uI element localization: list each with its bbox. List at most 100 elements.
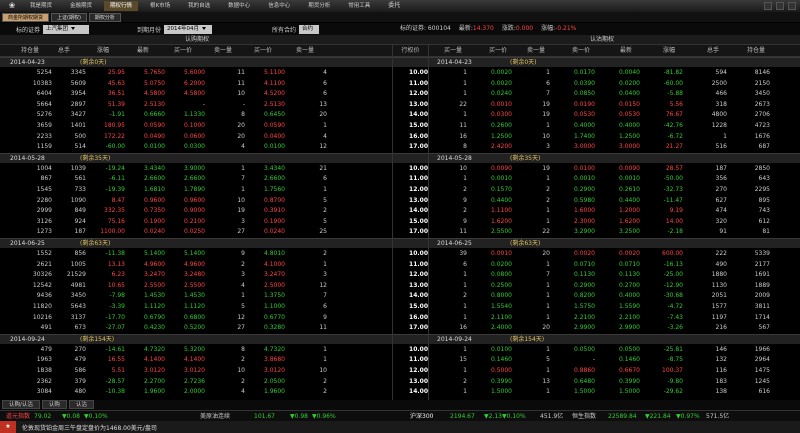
cell: 2 (546, 186, 550, 193)
expiry-select[interactable]: 2014年04月 (164, 24, 213, 34)
table-row[interactable]: 5254 3345 25.95 5.7650 5.6000 11 5.1100 4 10.00 1… (0, 68, 800, 78)
cell: 0.0850 (574, 90, 595, 98)
cell: 0.0800 (491, 271, 512, 279)
cell: 0.0090 (619, 164, 640, 172)
trade-button[interactable]: 委托 (382, 1, 406, 11)
cell: 1100.00 (100, 228, 125, 236)
cell: 20 (319, 111, 327, 119)
col-header-left: 最新 (136, 47, 149, 54)
cell: 514 (74, 143, 86, 151)
table-row[interactable]: 1273 187 1100.00 0.0240 0.0250 27 0.0240 25 17.0… (0, 227, 800, 237)
strike-cell: 12.00 (409, 367, 428, 374)
table-row[interactable]: 1963 479 16.55 4.1400 4.1400 2 3.8680 1 11.00 15 0… (0, 355, 800, 365)
cell: -16.13 (663, 260, 683, 268)
table-row[interactable]: 30326 21529 6.23 3.2470 3.2480 3 3.2470 3 12.00 1… (0, 270, 800, 280)
tab-2[interactable]: 期权行情 (104, 1, 139, 11)
table-row[interactable]: 10216 3137 -17.70 0.6790 0.6800 12 0.6770 9 16.0… (0, 313, 800, 323)
cell: 2.6600 (144, 175, 165, 183)
table-row[interactable]: 867 561 -6.11 2.6600 2.6600 7 2.6600 6 11.00 1 0.0… (0, 174, 800, 184)
table-row[interactable]: 3084 480 -10.38 1.9600 2.0000 4 1.9600 2 14.00 1 1… (0, 387, 800, 397)
bottom-tab-1[interactable]: 认购 (41, 400, 67, 409)
underlying-select[interactable]: 上汽集团 (43, 24, 90, 34)
subtab-1[interactable]: 上证(期权) (51, 12, 87, 22)
table-row[interactable]: 12542 4981 10.65 2.5500 2.5500 4 2.5000 12 13.00… (0, 281, 800, 291)
cell: 4.7320 (264, 345, 285, 353)
contract-select[interactable]: 合约 (299, 24, 320, 39)
cell: 673 (74, 324, 86, 332)
cell: 9 (241, 250, 245, 257)
subtab-2[interactable]: 期权分析 (88, 12, 121, 22)
table-row[interactable]: 491 673 -27.07 0.4230 0.5200 27 0.3280 11 17.00 1… (0, 323, 800, 333)
tab-4[interactable]: 我的自选 (182, 1, 216, 11)
tab-5[interactable]: 数据中心 (222, 1, 256, 11)
cell: 4.7320 (144, 345, 165, 353)
table-row[interactable]: 5276 3427 -1.91 0.6660 1.1330 8 0.6450 20 14.00 1… (0, 110, 800, 120)
cell: 0.3910 (264, 207, 285, 215)
cell: 2.9900 (619, 324, 640, 332)
cell: 1552 (36, 250, 52, 257)
cell: 0.1570 (491, 186, 512, 193)
table-row[interactable]: 5664 2897 51.39 2.5130 - - 2.5130 13 13.00 22 0.00… (0, 100, 800, 110)
table-row[interactable]: 2621 1005 13.13 4.9600 4.9600 2 4.1000 1 11.00 6 0… (0, 260, 800, 270)
tab-0[interactable]: 我是期货 (24, 1, 58, 11)
table-row[interactable]: 3126 924 75.16 0.1900 0.2100 3 0.1900 5 15.00 9 1.… (0, 217, 800, 227)
cell: 4 (241, 281, 245, 289)
table-row[interactable]: 2233 500 172.22 0.0490 0.0600 20 0.0400 4 16.00 1… (0, 132, 800, 142)
tab-1[interactable]: 金融期货 (64, 1, 98, 11)
strike-cell: 10.00 (409, 250, 428, 257)
cell: 1273 (36, 228, 52, 236)
cell: 0.9600 (144, 196, 165, 204)
cell: 22 (542, 228, 550, 236)
cell: -12.90 (663, 281, 683, 289)
maximize-icon[interactable] (776, 2, 784, 10)
tab-6[interactable]: 信息中心 (262, 1, 296, 11)
table-row[interactable]: 3659 1401 180.95 0.0590 0.1000 20 0.0590 1 15.00… (0, 121, 800, 131)
cell: 10 (237, 90, 245, 98)
col-header-right: 涨幅 (662, 47, 675, 54)
cell: 0.6660 (144, 111, 165, 119)
cell: 1.7400 (574, 132, 595, 140)
table-row[interactable]: 1552 856 -11.38 5.1400 5.1400 9 4.8010 2 10.00 39… (0, 249, 800, 259)
cell: 356 (715, 175, 727, 183)
table-row[interactable]: 2362 379 -28.57 2.2700 2.7236 2 2.0500 2 13.00 2 0… (0, 377, 800, 387)
cell: 25 (319, 228, 327, 236)
table-row[interactable]: 1545 733 -19.39 1.6810 1.7890 1 1.7560 1 12.00 2 0… (0, 185, 800, 195)
table-row[interactable]: 2999 849 332.35 0.7350 0.9000 19 0.3910 2 14.00 2… (0, 206, 800, 216)
tab-3[interactable]: 根K市场 (144, 1, 176, 11)
table-row[interactable]: 479 270 -14.61 4.7320 5.3200 8 4.7320 1 10.00 1 0.… (0, 345, 800, 355)
table-row[interactable]: 9436 3450 -7.98 1.4530 1.4530 1 1.3750 7 14.00 2 0… (0, 291, 800, 301)
table-row[interactable]: 1004 1039 -19.24 3.4340 3.9000 1 3.4340 21 10.00… (0, 164, 800, 174)
subtab-0[interactable]: 商金所期权期货 (2, 12, 50, 22)
table-row[interactable]: 6404 3954 36.51 4.5800 4.5800 10 4.5200 6 12.00 1… (0, 89, 800, 99)
table-row[interactable]: 1159 514 -60.00 0.0100 0.0300 4 0.0100 12 17.00 8… (0, 142, 800, 152)
ticker-text[interactable]: 伦敦现货铂金周三午盘定盘价为1468.00美元/盎司 (22, 423, 157, 432)
strike-cell: 10.00 (409, 164, 428, 172)
cell: -19.24 (105, 164, 125, 172)
cell: 1838 (36, 367, 52, 374)
cell: 5 (323, 196, 327, 204)
minimize-icon[interactable] (764, 2, 772, 10)
table-row[interactable]: 1838 586 5.51 3.0120 3.0120 10 3.0120 10 12.00 1 0… (0, 366, 800, 376)
bottom-tab-0[interactable]: 认购/认沽 (2, 400, 40, 409)
col-header-left: 买一价 (173, 47, 192, 54)
tab-8[interactable]: 常用工具 (342, 1, 376, 11)
cell: 11 (459, 228, 467, 236)
cell: 0.0040 (619, 69, 640, 76)
cell: 7 (323, 292, 327, 300)
cell: 0.0240 (491, 90, 512, 98)
table-row[interactable]: 11820 5643 -3.39 1.1120 1.1120 5 1.1000 6 15.00 1… (0, 302, 800, 312)
tab-7[interactable]: 期货分析 (302, 1, 336, 11)
table-row[interactable]: 10383 5609 45.63 5.0750 6.2000 11 4.1100 6 11.00… (0, 79, 800, 89)
cell: 13 (319, 100, 327, 108)
star-icon: ★ (0, 421, 16, 433)
col-header-left: 卖一量 (295, 47, 314, 54)
cell: 2150 (754, 79, 770, 87)
close-icon[interactable] (788, 2, 796, 10)
cell: 9 (463, 196, 467, 204)
table-row[interactable]: 2280 1090 8.47 0.9600 0.9600 10 0.8700 5 13.00 9 0… (0, 196, 800, 206)
cell: 2 (546, 196, 550, 204)
cell: -14.61 (105, 345, 125, 353)
cell: 1 (546, 292, 550, 300)
cell: 216 (715, 324, 727, 332)
bottom-tab-2[interactable]: 认沽 (68, 400, 94, 409)
